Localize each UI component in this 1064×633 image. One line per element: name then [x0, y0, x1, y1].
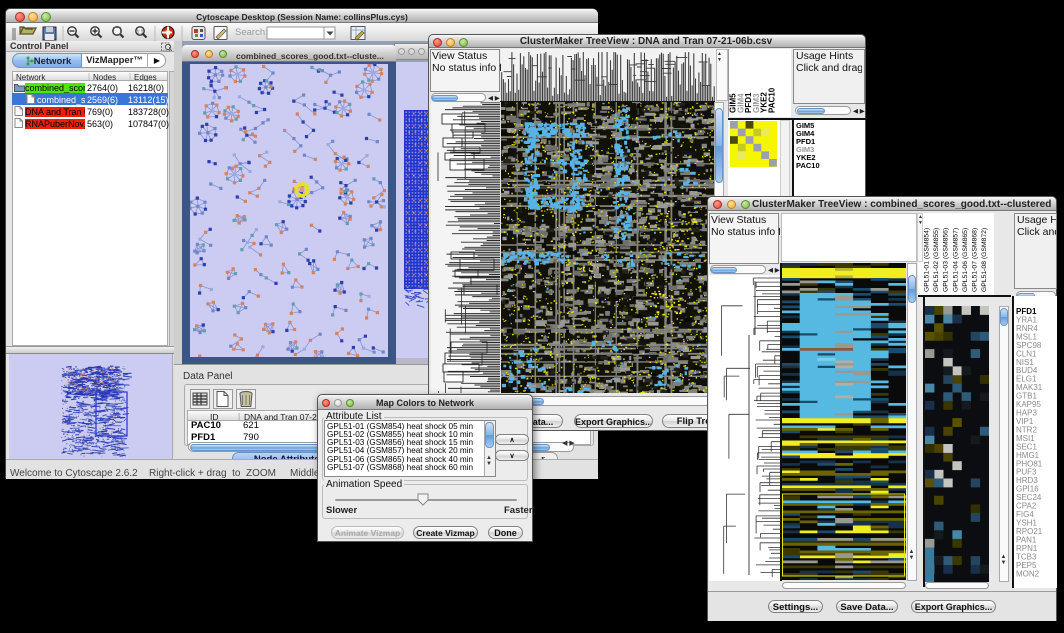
svg-text:GPL51-01 (GSM854): GPL51-01 (GSM854)	[924, 228, 931, 292]
svg-text:GPL51-02 (GSM855): GPL51-02 (GSM855)	[933, 228, 940, 292]
svg-text:GPL51-08 (GSM872): GPL51-08 (GSM872)	[981, 228, 988, 292]
svg-text:GPL51-04 (GSM857): GPL51-04 (GSM857)	[952, 228, 959, 292]
svg-text:Search:: Search:	[235, 27, 268, 38]
svg-text:GPL51-07 (GSM868): GPL51-07 (GSM868)	[972, 228, 979, 292]
svg-text:MON2: MON2	[1016, 569, 1040, 578]
svg-text:GPL51-06 (GSM865): GPL51-06 (GSM865)	[962, 228, 969, 292]
svg-text:PAC10: PAC10	[768, 87, 777, 113]
svg-text:1:1: 1:1	[137, 30, 144, 36]
svg-text:GPL51-03 (GSM856): GPL51-03 (GSM856)	[943, 228, 950, 292]
